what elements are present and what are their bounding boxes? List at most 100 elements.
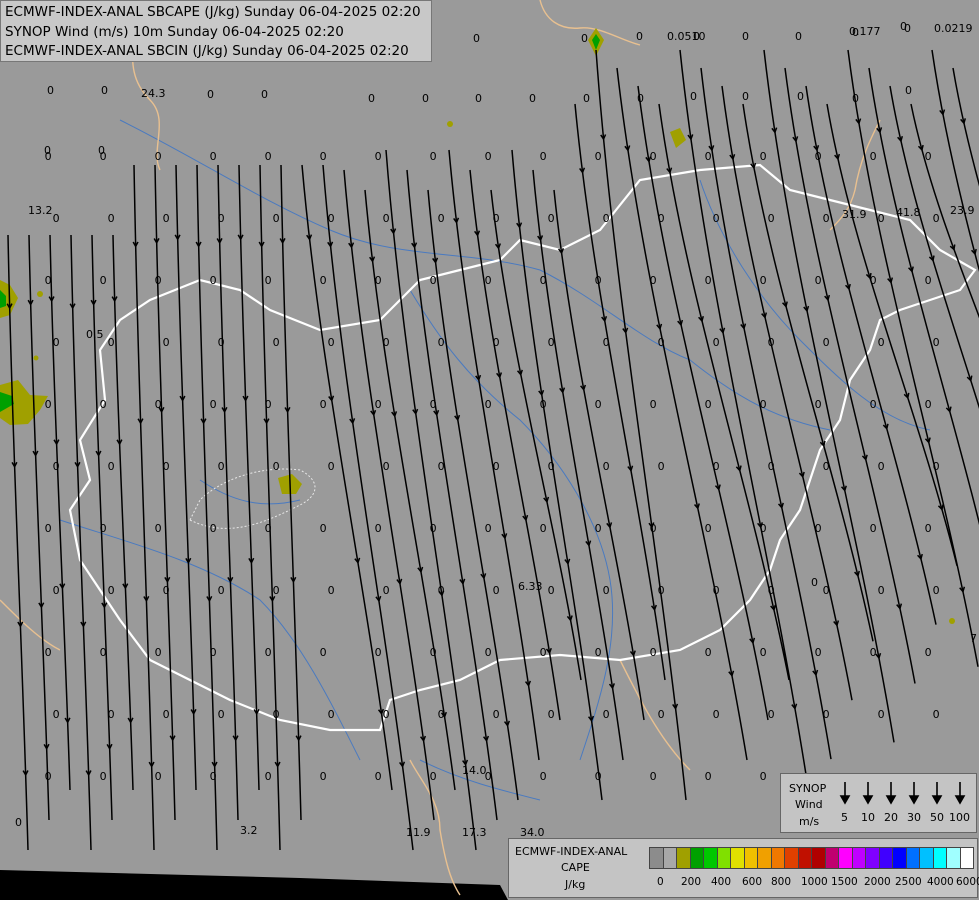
value-label-zero: 0 bbox=[925, 274, 932, 287]
cape-swatch bbox=[649, 847, 664, 869]
value-label-zero: 0 bbox=[650, 770, 657, 783]
value-label-zero: 0 bbox=[108, 212, 115, 225]
cape-swatch bbox=[797, 847, 812, 869]
value-label-zero: 0 bbox=[273, 336, 280, 349]
value-label-zero: 0 bbox=[705, 274, 712, 287]
value-label: 0 bbox=[47, 84, 54, 97]
value-label-zero: 0 bbox=[328, 212, 335, 225]
wind-legend-title-1: SYNOP bbox=[789, 782, 827, 795]
value-label-zero: 0 bbox=[760, 522, 767, 535]
value-label-zero: 0 bbox=[768, 708, 775, 721]
value-label: 0 bbox=[742, 90, 749, 103]
value-label: 0 bbox=[207, 88, 214, 101]
value-label-zero: 0 bbox=[933, 336, 940, 349]
value-label-zero: 0 bbox=[548, 584, 555, 597]
value-label-zero: 0 bbox=[713, 708, 720, 721]
value-label-zero: 0 bbox=[603, 460, 610, 473]
cape-swatch bbox=[689, 847, 704, 869]
value-label-zero: 0 bbox=[933, 584, 940, 597]
value-label: 0 bbox=[473, 32, 480, 45]
cape-swatch bbox=[878, 847, 893, 869]
value-label-zero: 0 bbox=[925, 646, 932, 659]
cape-tick-label: 6000 bbox=[956, 876, 979, 888]
value-label-zero: 0 bbox=[210, 398, 217, 411]
value-label-zero: 0 bbox=[658, 212, 665, 225]
title-line-wind: SYNOP Wind (m/s) 10m Sunday 06-04-2025 0… bbox=[5, 24, 344, 40]
value-label-zero: 0 bbox=[430, 770, 437, 783]
value-label-zero: 0 bbox=[45, 398, 52, 411]
value-label-zero: 0 bbox=[100, 274, 107, 287]
value-label-zero: 0 bbox=[45, 522, 52, 535]
value-label-zero: 0 bbox=[815, 398, 822, 411]
value-label-zero: 0 bbox=[603, 584, 610, 597]
wind-legend-title-3: m/s bbox=[799, 815, 820, 828]
value-label-zero: 0 bbox=[760, 150, 767, 163]
value-label-zero: 0 bbox=[100, 646, 107, 659]
value-label-zero: 0 bbox=[320, 770, 327, 783]
value-label-zero: 0 bbox=[603, 336, 610, 349]
value-label-zero: 0 bbox=[375, 398, 382, 411]
value-label-zero: 0 bbox=[53, 336, 60, 349]
cape-swatch bbox=[919, 847, 934, 869]
value-label-zero: 0 bbox=[328, 584, 335, 597]
weather-map[interactable]: 0 0 0 0 0 0 0 0 0 0 0.0510 0 0 0.177 0 0.0219 24.3 0 0 0 0 0 0… bbox=[0, 0, 979, 900]
value-label-zero: 0 bbox=[108, 336, 115, 349]
value-label-zero: 0 bbox=[823, 460, 830, 473]
value-label-zero: 0 bbox=[108, 460, 115, 473]
value-label-zero: 0 bbox=[823, 336, 830, 349]
value-label-zero: 0 bbox=[265, 150, 272, 163]
value-label-zero: 0 bbox=[493, 336, 500, 349]
cape-swatch bbox=[730, 847, 745, 869]
value-label: 0.5 bbox=[86, 328, 104, 341]
value-label-zero: 0 bbox=[45, 646, 52, 659]
value-label-zero: 0 bbox=[933, 708, 940, 721]
value-label-zero: 0 bbox=[100, 398, 107, 411]
value-label: 0 bbox=[368, 92, 375, 105]
value-label-zero: 0 bbox=[485, 398, 492, 411]
value-label-zero: 0 bbox=[595, 522, 602, 535]
value-label-zero: 0 bbox=[155, 398, 162, 411]
wind-legend-value-30: 30 bbox=[907, 811, 921, 824]
value-label-zero: 0 bbox=[878, 460, 885, 473]
value-label-zero: 0 bbox=[210, 150, 217, 163]
value-label-zero: 0 bbox=[595, 274, 602, 287]
cape-swatch bbox=[851, 847, 866, 869]
value-label-zero: 0 bbox=[548, 336, 555, 349]
value-label-zero: 0 bbox=[430, 398, 437, 411]
value-label-zero: 0 bbox=[155, 274, 162, 287]
cape-legend-title-1: ECMWF-INDEX-ANAL bbox=[515, 845, 628, 858]
value-label: 0 bbox=[529, 92, 536, 105]
value-label-zero: 0 bbox=[438, 336, 445, 349]
value-label-zero: 0 bbox=[265, 770, 272, 783]
value-label-zero: 0 bbox=[265, 398, 272, 411]
value-label-zero: 0 bbox=[163, 708, 170, 721]
value-label-zero: 0 bbox=[218, 584, 225, 597]
cape-swatch bbox=[662, 847, 677, 869]
value-label-zero: 0 bbox=[540, 398, 547, 411]
value-label-zero: 0 bbox=[218, 460, 225, 473]
value-label-zero: 0 bbox=[925, 522, 932, 535]
value-label-zero: 0 bbox=[438, 460, 445, 473]
value-label-zero: 0 bbox=[823, 708, 830, 721]
value-label-zero: 0 bbox=[100, 150, 107, 163]
value-label-zero: 0 bbox=[713, 584, 720, 597]
value-label-zero: 0 bbox=[595, 646, 602, 659]
value-label-zero: 0 bbox=[45, 150, 52, 163]
cape-tick-label: 1500 bbox=[831, 876, 858, 888]
value-label-zero: 0 bbox=[108, 584, 115, 597]
value-label-zero: 0 bbox=[430, 522, 437, 535]
value-label-zero: 0 bbox=[760, 770, 767, 783]
value-label-zero: 0 bbox=[650, 398, 657, 411]
value-label-zero: 0 bbox=[383, 212, 390, 225]
value-label-zero: 0 bbox=[210, 770, 217, 783]
wind-legend-value-50: 50 bbox=[930, 811, 944, 824]
value-label-zero: 0 bbox=[493, 584, 500, 597]
title-line-cape: ECMWF-INDEX-ANAL SBCAPE (J/kg) Sunday 06… bbox=[5, 4, 421, 20]
cape-swatch bbox=[838, 847, 853, 869]
value-label-zero: 0 bbox=[768, 212, 775, 225]
cape-legend-title-3: J/kg bbox=[565, 878, 586, 891]
value-label-zero: 0 bbox=[218, 708, 225, 721]
value-label: 17.3 bbox=[462, 826, 487, 839]
value-label: 13.2 bbox=[28, 204, 53, 217]
value-label-zero: 0 bbox=[163, 212, 170, 225]
